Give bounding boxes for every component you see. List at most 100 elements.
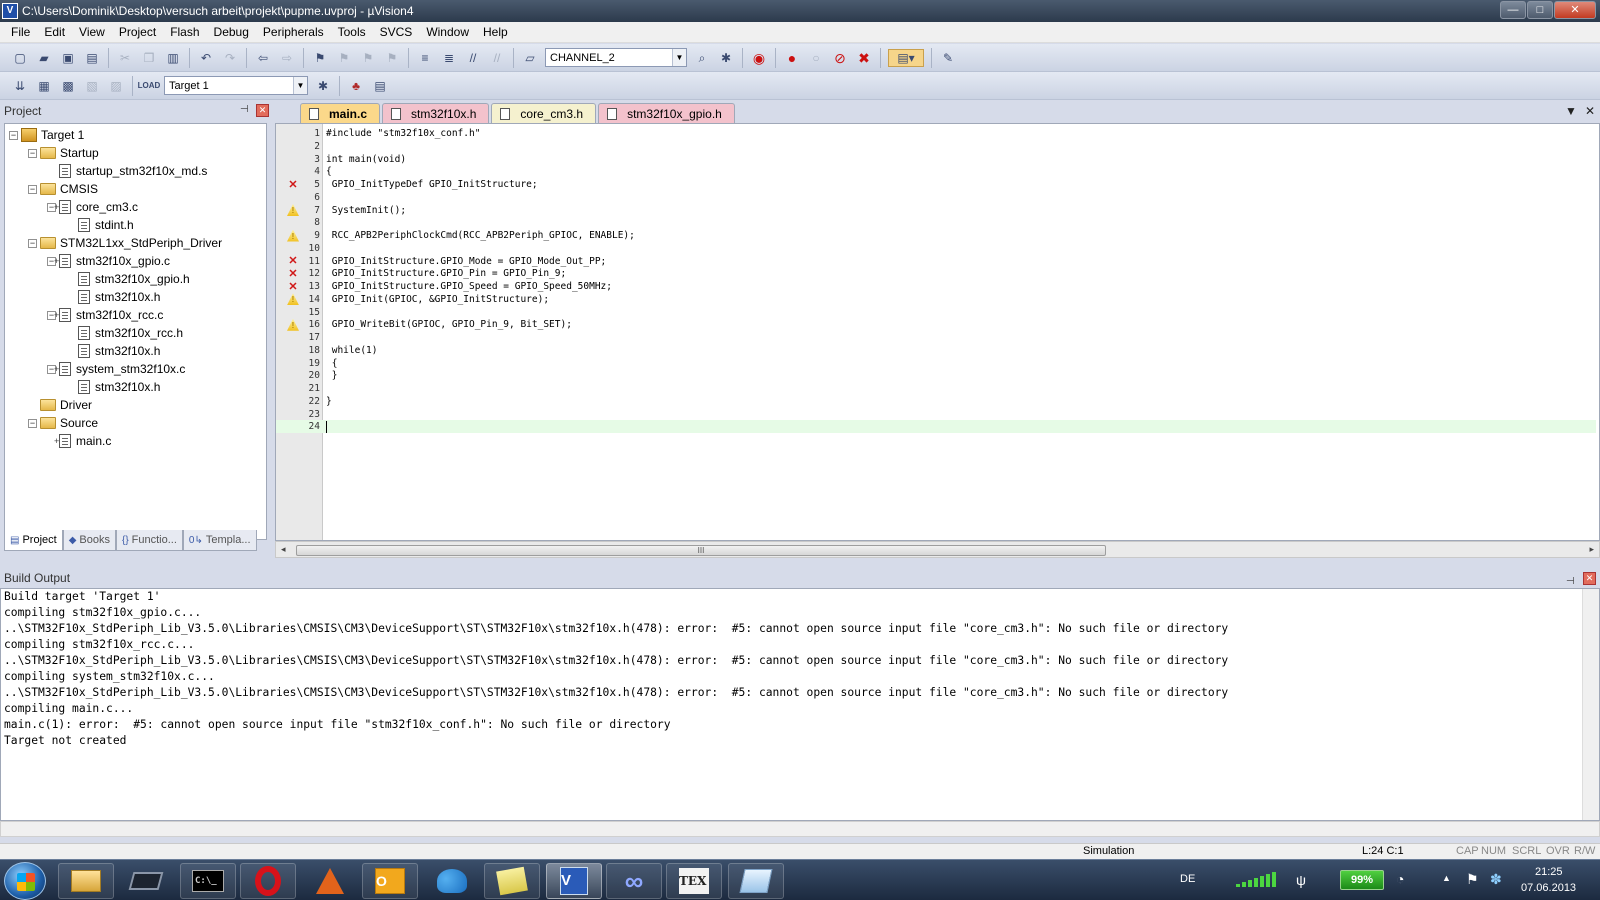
explorer-taskbar-icon[interactable] — [58, 863, 114, 899]
minimize-button[interactable]: — — [1500, 1, 1526, 19]
code-line[interactable]: 3 int main(void) — [276, 153, 1596, 166]
tree-expander[interactable]: − — [28, 238, 37, 248]
power-icon[interactable]: ◔ — [1396, 871, 1404, 887]
build-output-horizontal-scrollbar[interactable] — [0, 821, 1600, 837]
code-editor[interactable]: 1 #include "stm32f10x_conf.h" 2 3 int main(v… — [275, 123, 1600, 541]
code-line[interactable]: 2 — [276, 140, 1596, 153]
code-line[interactable]: ! 7 SystemInit(); — [276, 204, 1596, 217]
target-combo[interactable]: Target 1 ▼ — [164, 76, 308, 95]
menu-project[interactable]: Project — [112, 22, 163, 43]
tree-item[interactable]: startup_stm32f10x_md.s — [5, 162, 266, 180]
input-language[interactable]: DE — [1180, 873, 1195, 885]
network-icon[interactable]: ✽ — [1490, 871, 1502, 888]
navigate-back-icon[interactable]: ⇦ — [254, 49, 272, 67]
tree-item[interactable]: −core_cm3.c — [5, 198, 266, 216]
tree-item[interactable]: stdint.h — [5, 216, 266, 234]
tree-item[interactable]: stm32f10x.h — [5, 342, 266, 360]
code-line[interactable]: ✕ 5 GPIO_InitTypeDef GPIO_InitStructure; — [276, 178, 1596, 191]
wireless-icon[interactable]: ψ — [1296, 872, 1306, 888]
menu-tools[interactable]: Tools — [331, 22, 373, 43]
uncomment-icon[interactable]: // — [488, 49, 506, 67]
cut-icon[interactable]: ✂ — [116, 49, 134, 67]
code-line[interactable]: 24 — [276, 420, 1596, 434]
action-center-flag-icon[interactable]: ⚑ — [1466, 871, 1479, 888]
save-icon[interactable]: ▣ — [59, 49, 77, 67]
tree-item[interactable]: − Startup — [5, 144, 266, 162]
code-line[interactable]: 10 — [276, 242, 1596, 255]
tree-expander[interactable]: − — [28, 418, 37, 428]
batch-build-icon[interactable]: ▧ — [83, 77, 101, 95]
tree-item[interactable]: stm32f10x_gpio.h — [5, 270, 266, 288]
code-line[interactable]: 15 — [276, 306, 1596, 319]
find-icon[interactable]: ⌕ — [693, 49, 711, 67]
find-in-files-icon[interactable]: ▱ — [521, 49, 539, 67]
menu-svcs[interactable]: SVCS — [373, 22, 420, 43]
unindent-icon[interactable]: ≣ — [440, 49, 458, 67]
code-line[interactable]: ✕ 12 GPIO_InitStructure.GPIO_Pin = GPIO_P… — [276, 267, 1596, 280]
pin-icon[interactable]: ⊣ — [240, 104, 249, 115]
tab-stm32f10x-h[interactable]: stm32f10x.h — [382, 103, 490, 123]
comment-icon[interactable]: // — [464, 49, 482, 67]
maximize-button[interactable]: □ — [1527, 1, 1553, 19]
clock-time[interactable]: 21:25 — [1535, 866, 1563, 878]
tree-expander[interactable]: − — [9, 130, 18, 140]
navigate-forward-icon[interactable]: ⇨ — [278, 49, 296, 67]
close-icon[interactable]: ✕ — [1583, 572, 1596, 585]
build-output-text[interactable]: Build target 'Target 1' compiling stm32f1… — [0, 588, 1600, 821]
menu-help[interactable]: Help — [476, 22, 515, 43]
show-hidden-icons[interactable]: ▲ — [1442, 873, 1451, 883]
tree-item[interactable]: stm32f10x_rcc.h — [5, 324, 266, 342]
select-packs-icon[interactable]: ▤ — [371, 77, 389, 95]
tree-item[interactable]: − STM32L1xx_StdPeriph_Driver — [5, 234, 266, 252]
indent-icon[interactable]: ≡ — [416, 49, 434, 67]
bookmark-icon[interactable]: ⚑ — [311, 49, 329, 67]
build-icon[interactable]: ▦ — [35, 77, 53, 95]
notes-taskbar-icon[interactable] — [484, 863, 540, 899]
menu-edit[interactable]: Edit — [37, 22, 72, 43]
code-line[interactable]: 1 #include "stm32f10x_conf.h" — [276, 127, 1596, 140]
tab-books[interactable]: ◆ Books — [62, 530, 116, 551]
tab-functions[interactable]: {} Functio... — [115, 530, 183, 551]
editor-taskbar-icon[interactable] — [728, 863, 784, 899]
messenger-taskbar-icon[interactable] — [424, 863, 480, 899]
outlook-taskbar-icon[interactable]: O — [362, 863, 418, 899]
stop-build-icon[interactable]: ▨ — [107, 77, 125, 95]
tree-expander[interactable]: − — [28, 184, 37, 194]
tree-item[interactable]: +Driver — [5, 396, 266, 414]
build-output-vertical-scrollbar[interactable] — [1582, 589, 1599, 820]
menu-window[interactable]: Window — [419, 22, 476, 43]
code-line[interactable]: 19 { — [276, 357, 1596, 370]
code-line[interactable]: ! 14 GPIO_Init(GPIOC, &GPIO_InitStructure… — [276, 293, 1596, 306]
clear-bookmarks-icon[interactable]: ⚑ — [383, 49, 401, 67]
clock-date[interactable]: 07.06.2013 — [1521, 882, 1576, 894]
undo-icon[interactable]: ↶ — [197, 49, 215, 67]
scroll-thumb[interactable]: III — [296, 545, 1106, 556]
close-tab-icon[interactable]: ✕ — [1585, 104, 1595, 118]
chevron-down-icon[interactable]: ▼ — [672, 49, 686, 66]
tree-item[interactable]: −stm32f10x_gpio.c — [5, 252, 266, 270]
code-line[interactable]: 18 while(1) — [276, 344, 1596, 357]
breakpoint-icon[interactable]: ● — [783, 49, 801, 67]
infinity-taskbar-icon[interactable]: ∞ — [606, 863, 662, 899]
open-file-icon[interactable]: ▰ — [35, 49, 53, 67]
tab-list-icon[interactable]: ▼ — [1565, 104, 1577, 118]
tab-templates[interactable]: 0↳ Templa... — [182, 530, 257, 551]
tree-expander[interactable]: − — [28, 148, 37, 158]
target-options-icon[interactable]: ✱ — [314, 77, 332, 95]
tree-item[interactable]: − Target 1 — [5, 126, 266, 144]
copy-icon[interactable]: ❐ — [140, 49, 158, 67]
scroll-left-icon[interactable]: ◂ — [281, 544, 286, 555]
code-line[interactable]: ✕ 13 GPIO_InitStructure.GPIO_Speed = GPIO… — [276, 280, 1596, 293]
translate-icon[interactable]: ⇊ — [11, 77, 29, 95]
editor-horizontal-scrollbar[interactable]: ◂ III ▸ — [275, 541, 1600, 558]
laptop-taskbar-icon[interactable] — [118, 863, 174, 899]
save-all-icon[interactable]: ▤ — [83, 49, 101, 67]
opera-taskbar-icon[interactable] — [240, 863, 296, 899]
disable-breakpoint-icon[interactable]: ○ — [807, 49, 825, 67]
prev-bookmark-icon[interactable]: ⚑ — [335, 49, 353, 67]
tex-taskbar-icon[interactable]: TEX — [666, 863, 722, 899]
menu-debug[interactable]: Debug — [207, 22, 256, 43]
code-line[interactable]: 22} — [276, 395, 1596, 408]
menu-view[interactable]: View — [72, 22, 112, 43]
menu-peripherals[interactable]: Peripherals — [256, 22, 331, 43]
